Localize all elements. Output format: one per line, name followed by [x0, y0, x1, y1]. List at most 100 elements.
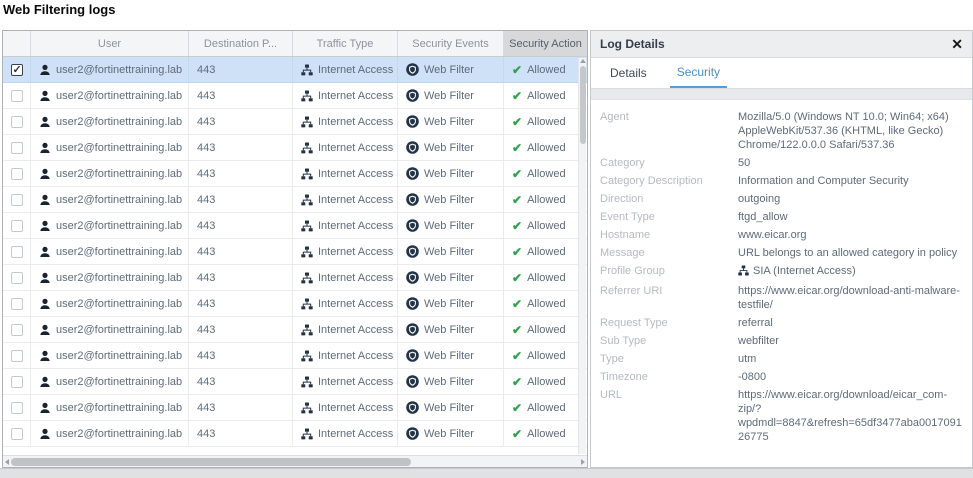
- web-filter-icon: [406, 271, 419, 284]
- scroll-left-icon[interactable]: [5, 459, 9, 465]
- table-row[interactable]: user2@fortinettraining.lab 443 Internet …: [3, 213, 587, 239]
- web-filter-icon: [406, 193, 419, 206]
- vertical-scrollbar[interactable]: [578, 58, 586, 454]
- row-checkbox[interactable]: [11, 220, 23, 232]
- table-row[interactable]: user2@fortinettraining.lab 443 Internet …: [3, 343, 587, 369]
- user-icon: [39, 324, 51, 336]
- field-value: webfilter: [738, 334, 962, 348]
- table-row[interactable]: user2@fortinettraining.lab 443 Internet …: [3, 239, 587, 265]
- column-label: Destination P...: [204, 38, 277, 50]
- table-row[interactable]: user2@fortinettraining.lab 443 Internet …: [3, 317, 587, 343]
- security-event-cell-text: Web Filter: [424, 142, 474, 154]
- table-row[interactable]: user2@fortinettraining.lab 443 Internet …: [3, 109, 587, 135]
- security-event-cell-text: Web Filter: [424, 350, 474, 362]
- log-table: User Destination P... Traffic Type Secur…: [2, 30, 588, 468]
- table-row[interactable]: user2@fortinettraining.lab 443 Internet …: [3, 187, 587, 213]
- table-row[interactable]: user2@fortinettraining.lab 443 Internet …: [3, 265, 587, 291]
- security-event-cell-text: Web Filter: [424, 298, 474, 310]
- column-header[interactable]: Traffic Type: [293, 31, 398, 56]
- vertical-scrollbar-thumb[interactable]: [580, 66, 586, 144]
- traffic-type-cell-text: Internet Access: [318, 402, 393, 414]
- log-detail-field: Category Description Information and Com…: [600, 174, 962, 188]
- table-row[interactable]: user2@fortinettraining.lab 443 Internet …: [3, 395, 587, 421]
- table-row[interactable]: user2@fortinettraining.lab 443 Internet …: [3, 421, 587, 447]
- row-checkbox[interactable]: [11, 376, 23, 388]
- log-detail-field: Direction outgoing: [600, 192, 962, 206]
- allowed-check-icon: ✔: [512, 193, 522, 207]
- table-row[interactable]: user2@fortinettraining.lab 443 Internet …: [3, 57, 587, 83]
- web-filter-icon: [406, 63, 419, 76]
- row-checkbox[interactable]: [11, 64, 23, 76]
- close-icon[interactable]: ✕: [951, 37, 963, 51]
- allowed-check-icon: ✔: [512, 323, 522, 337]
- security-action-cell-text: Allowed: [527, 194, 566, 206]
- allowed-check-icon: ✔: [512, 427, 522, 441]
- column-header[interactable]: [3, 31, 31, 56]
- traffic-type-cell-text: Internet Access: [318, 142, 393, 154]
- allowed-check-icon: ✔: [512, 297, 522, 311]
- web-filter-icon: [406, 167, 419, 180]
- row-checkbox[interactable]: [11, 90, 23, 102]
- column-header[interactable]: Security Action: [504, 31, 587, 56]
- destination-port-cell: 443: [197, 402, 215, 414]
- log-detail-field: Message URL belongs to an allowed catego…: [600, 246, 962, 260]
- row-checkbox[interactable]: [11, 324, 23, 336]
- bottom-status-strip: [0, 468, 973, 478]
- scroll-up-icon[interactable]: [580, 59, 586, 63]
- field-label: Agent: [600, 110, 738, 152]
- table-row[interactable]: user2@fortinettraining.lab 443 Internet …: [3, 369, 587, 395]
- table-row[interactable]: user2@fortinettraining.lab 443 Internet …: [3, 161, 587, 187]
- row-checkbox[interactable]: [11, 402, 23, 414]
- field-value: outgoing: [738, 192, 962, 206]
- sitemap-icon: [301, 194, 313, 206]
- field-label: Category Description: [600, 174, 738, 188]
- destination-port-cell: 443: [197, 246, 215, 258]
- column-header[interactable]: Destination P...: [189, 31, 293, 56]
- horizontal-scrollbar[interactable]: [3, 455, 587, 467]
- field-value-text: SIA (Internet Access): [753, 265, 856, 277]
- table-row[interactable]: user2@fortinettraining.lab 443 Internet …: [3, 291, 587, 317]
- row-checkbox[interactable]: [11, 168, 23, 180]
- sitemap-icon: [301, 350, 313, 362]
- user-cell-text: user2@fortinettraining.lab: [56, 90, 182, 102]
- table-row[interactable]: user2@fortinettraining.lab 443 Internet …: [3, 135, 587, 161]
- security-event-cell-text: Web Filter: [424, 116, 474, 128]
- row-checkbox[interactable]: [11, 350, 23, 362]
- row-checkbox[interactable]: [11, 194, 23, 206]
- row-checkbox[interactable]: [11, 428, 23, 440]
- row-checkbox[interactable]: [11, 298, 23, 310]
- page-title: Web Filtering logs: [3, 2, 115, 17]
- log-details-panel: Log Details ✕ Details Security Agent Moz…: [590, 30, 973, 468]
- field-label: Request Type: [600, 316, 738, 330]
- traffic-type-cell-text: Internet Access: [318, 298, 393, 310]
- scroll-right-icon[interactable]: [581, 459, 585, 465]
- row-checkbox[interactable]: [11, 246, 23, 258]
- row-checkbox[interactable]: [11, 272, 23, 284]
- security-event-cell-text: Web Filter: [424, 272, 474, 284]
- horizontal-scrollbar-thumb[interactable]: [11, 458, 411, 466]
- field-label: Hostname: [600, 228, 738, 242]
- destination-port-cell: 443: [197, 376, 215, 388]
- traffic-type-cell-text: Internet Access: [318, 272, 393, 284]
- row-checkbox[interactable]: [11, 142, 23, 154]
- field-value-text: utm: [738, 353, 756, 365]
- column-header[interactable]: Security Events: [398, 31, 504, 56]
- table-row[interactable]: user2@fortinettraining.lab 443 Internet …: [3, 83, 587, 109]
- row-checkbox[interactable]: [11, 116, 23, 128]
- web-filter-icon: [406, 89, 419, 102]
- column-header[interactable]: User: [31, 31, 189, 56]
- allowed-check-icon: ✔: [512, 141, 522, 155]
- web-filter-icon: [406, 297, 419, 310]
- field-value: Mozilla/5.0 (Windows NT 10.0; Win64; x64…: [738, 110, 962, 152]
- tab-security[interactable]: Security: [670, 58, 727, 88]
- field-value: Information and Computer Security: [738, 174, 962, 188]
- field-value-text: https://www.eicar.org/download/eicar_com…: [738, 389, 962, 443]
- log-detail-field: Sub Type webfilter: [600, 334, 962, 348]
- field-value-text: webfilter: [738, 335, 779, 347]
- web-filter-icon: [406, 115, 419, 128]
- tab-details[interactable]: Details: [603, 58, 654, 88]
- security-action-cell-text: Allowed: [527, 402, 566, 414]
- destination-port-cell: 443: [197, 194, 215, 206]
- security-event-cell-text: Web Filter: [424, 168, 474, 180]
- user-cell-text: user2@fortinettraining.lab: [56, 428, 182, 440]
